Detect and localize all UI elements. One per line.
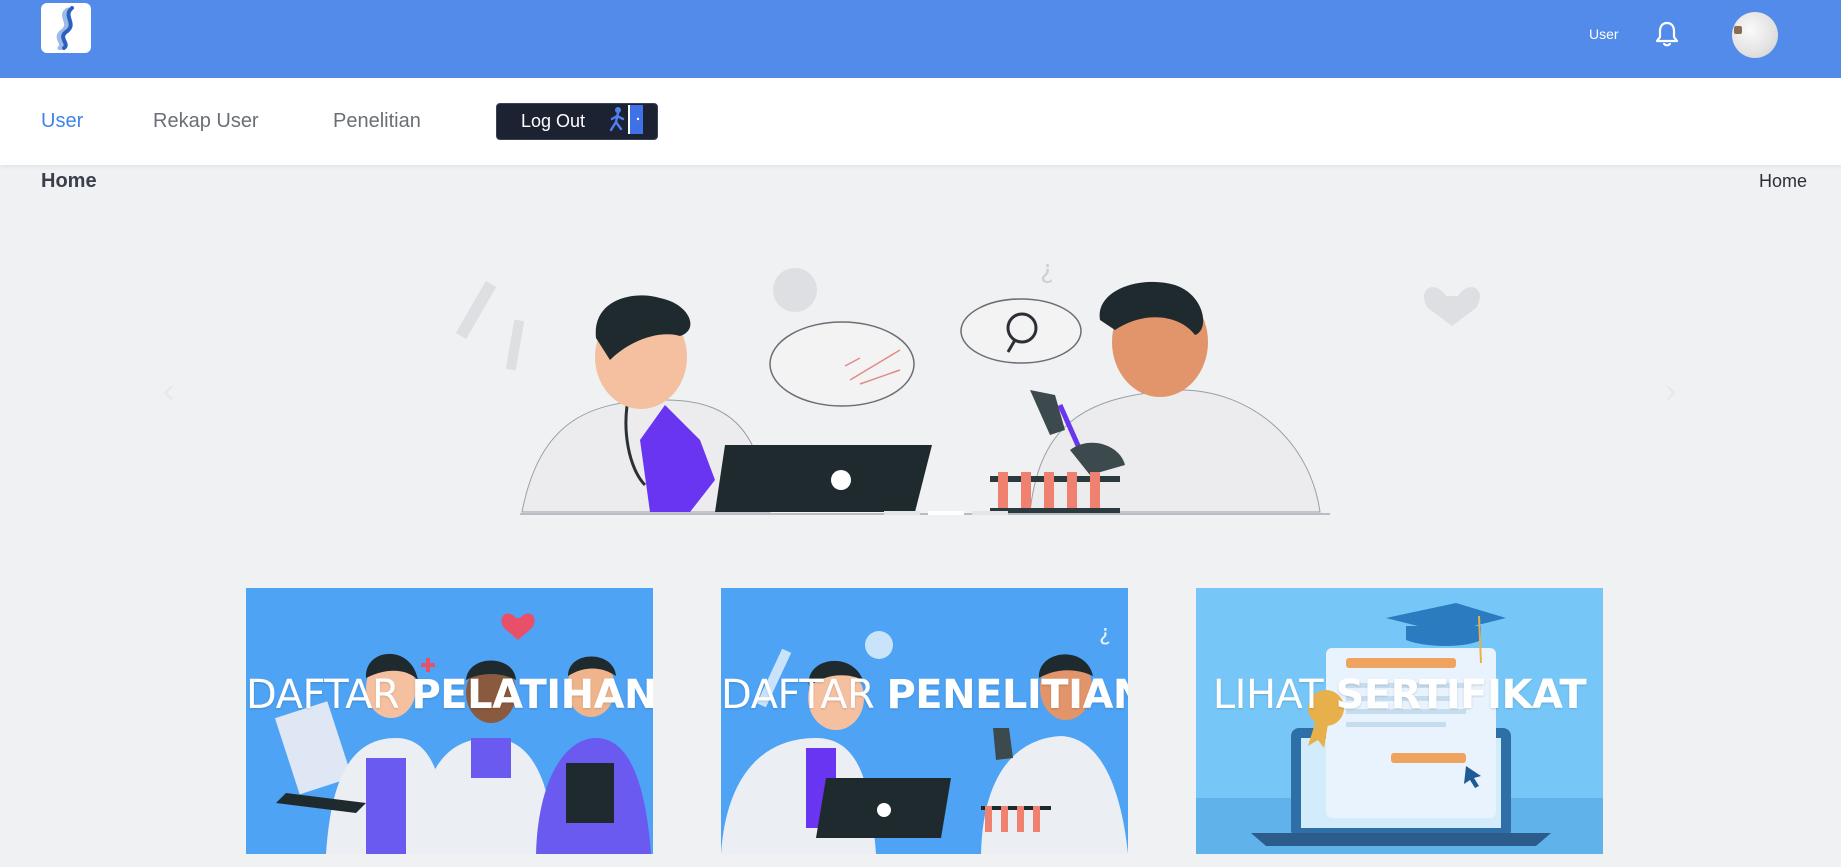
medical-team-illustration (274, 613, 651, 854)
exit-door-icon (609, 105, 643, 134)
card-title: DAFTAR PELATIHAN (246, 672, 653, 718)
card-daftar-pelatihan[interactable]: DAFTAR PELATIHAN (246, 588, 653, 854)
breadcrumb[interactable]: Home (1759, 171, 1807, 192)
main-nav: User Rekap User Penelitian Log Out (0, 78, 1841, 165)
svg-text:¿: ¿ (1099, 621, 1111, 646)
nav-item-user[interactable]: User (41, 110, 83, 133)
card-title: DAFTAR PENELITIAN (721, 672, 1128, 718)
carousel-next-button[interactable]: › (1665, 372, 1676, 411)
carousel-prev-button[interactable]: ‹ (163, 372, 174, 411)
user-role-label: User (1589, 26, 1619, 42)
nav-item-penelitian[interactable]: Penelitian (333, 110, 421, 133)
logout-button[interactable]: Log Out (496, 103, 658, 140)
card-lihat-sertifikat[interactable]: LIHAT SERTIFIKAT (1196, 588, 1603, 854)
card-daftar-penelitian[interactable]: ¿ DAFTAR PENELITIAN (721, 588, 1128, 854)
top-header: User (0, 0, 1841, 78)
bell-icon[interactable] (1654, 20, 1680, 48)
hero-carousel[interactable]: ¿ (160, 240, 1680, 520)
carousel-indicator-2[interactable] (928, 511, 964, 515)
card-title: LIHAT SERTIFIKAT (1212, 672, 1587, 718)
carousel-indicator-1[interactable] (884, 511, 920, 515)
nav-item-rekap-user[interactable]: Rekap User (153, 110, 259, 133)
research-illustration: ¿ (721, 621, 1128, 854)
carousel-indicator-3[interactable] (972, 511, 1008, 515)
app-logo-icon[interactable] (41, 3, 91, 53)
page-title: Home (41, 170, 97, 192)
logout-label: Log Out (521, 111, 586, 131)
researchers-illustration: ¿ (455, 255, 1480, 515)
certificate-illustration (1196, 603, 1603, 854)
avatar[interactable] (1732, 12, 1778, 58)
svg-text:¿: ¿ (1040, 255, 1054, 285)
